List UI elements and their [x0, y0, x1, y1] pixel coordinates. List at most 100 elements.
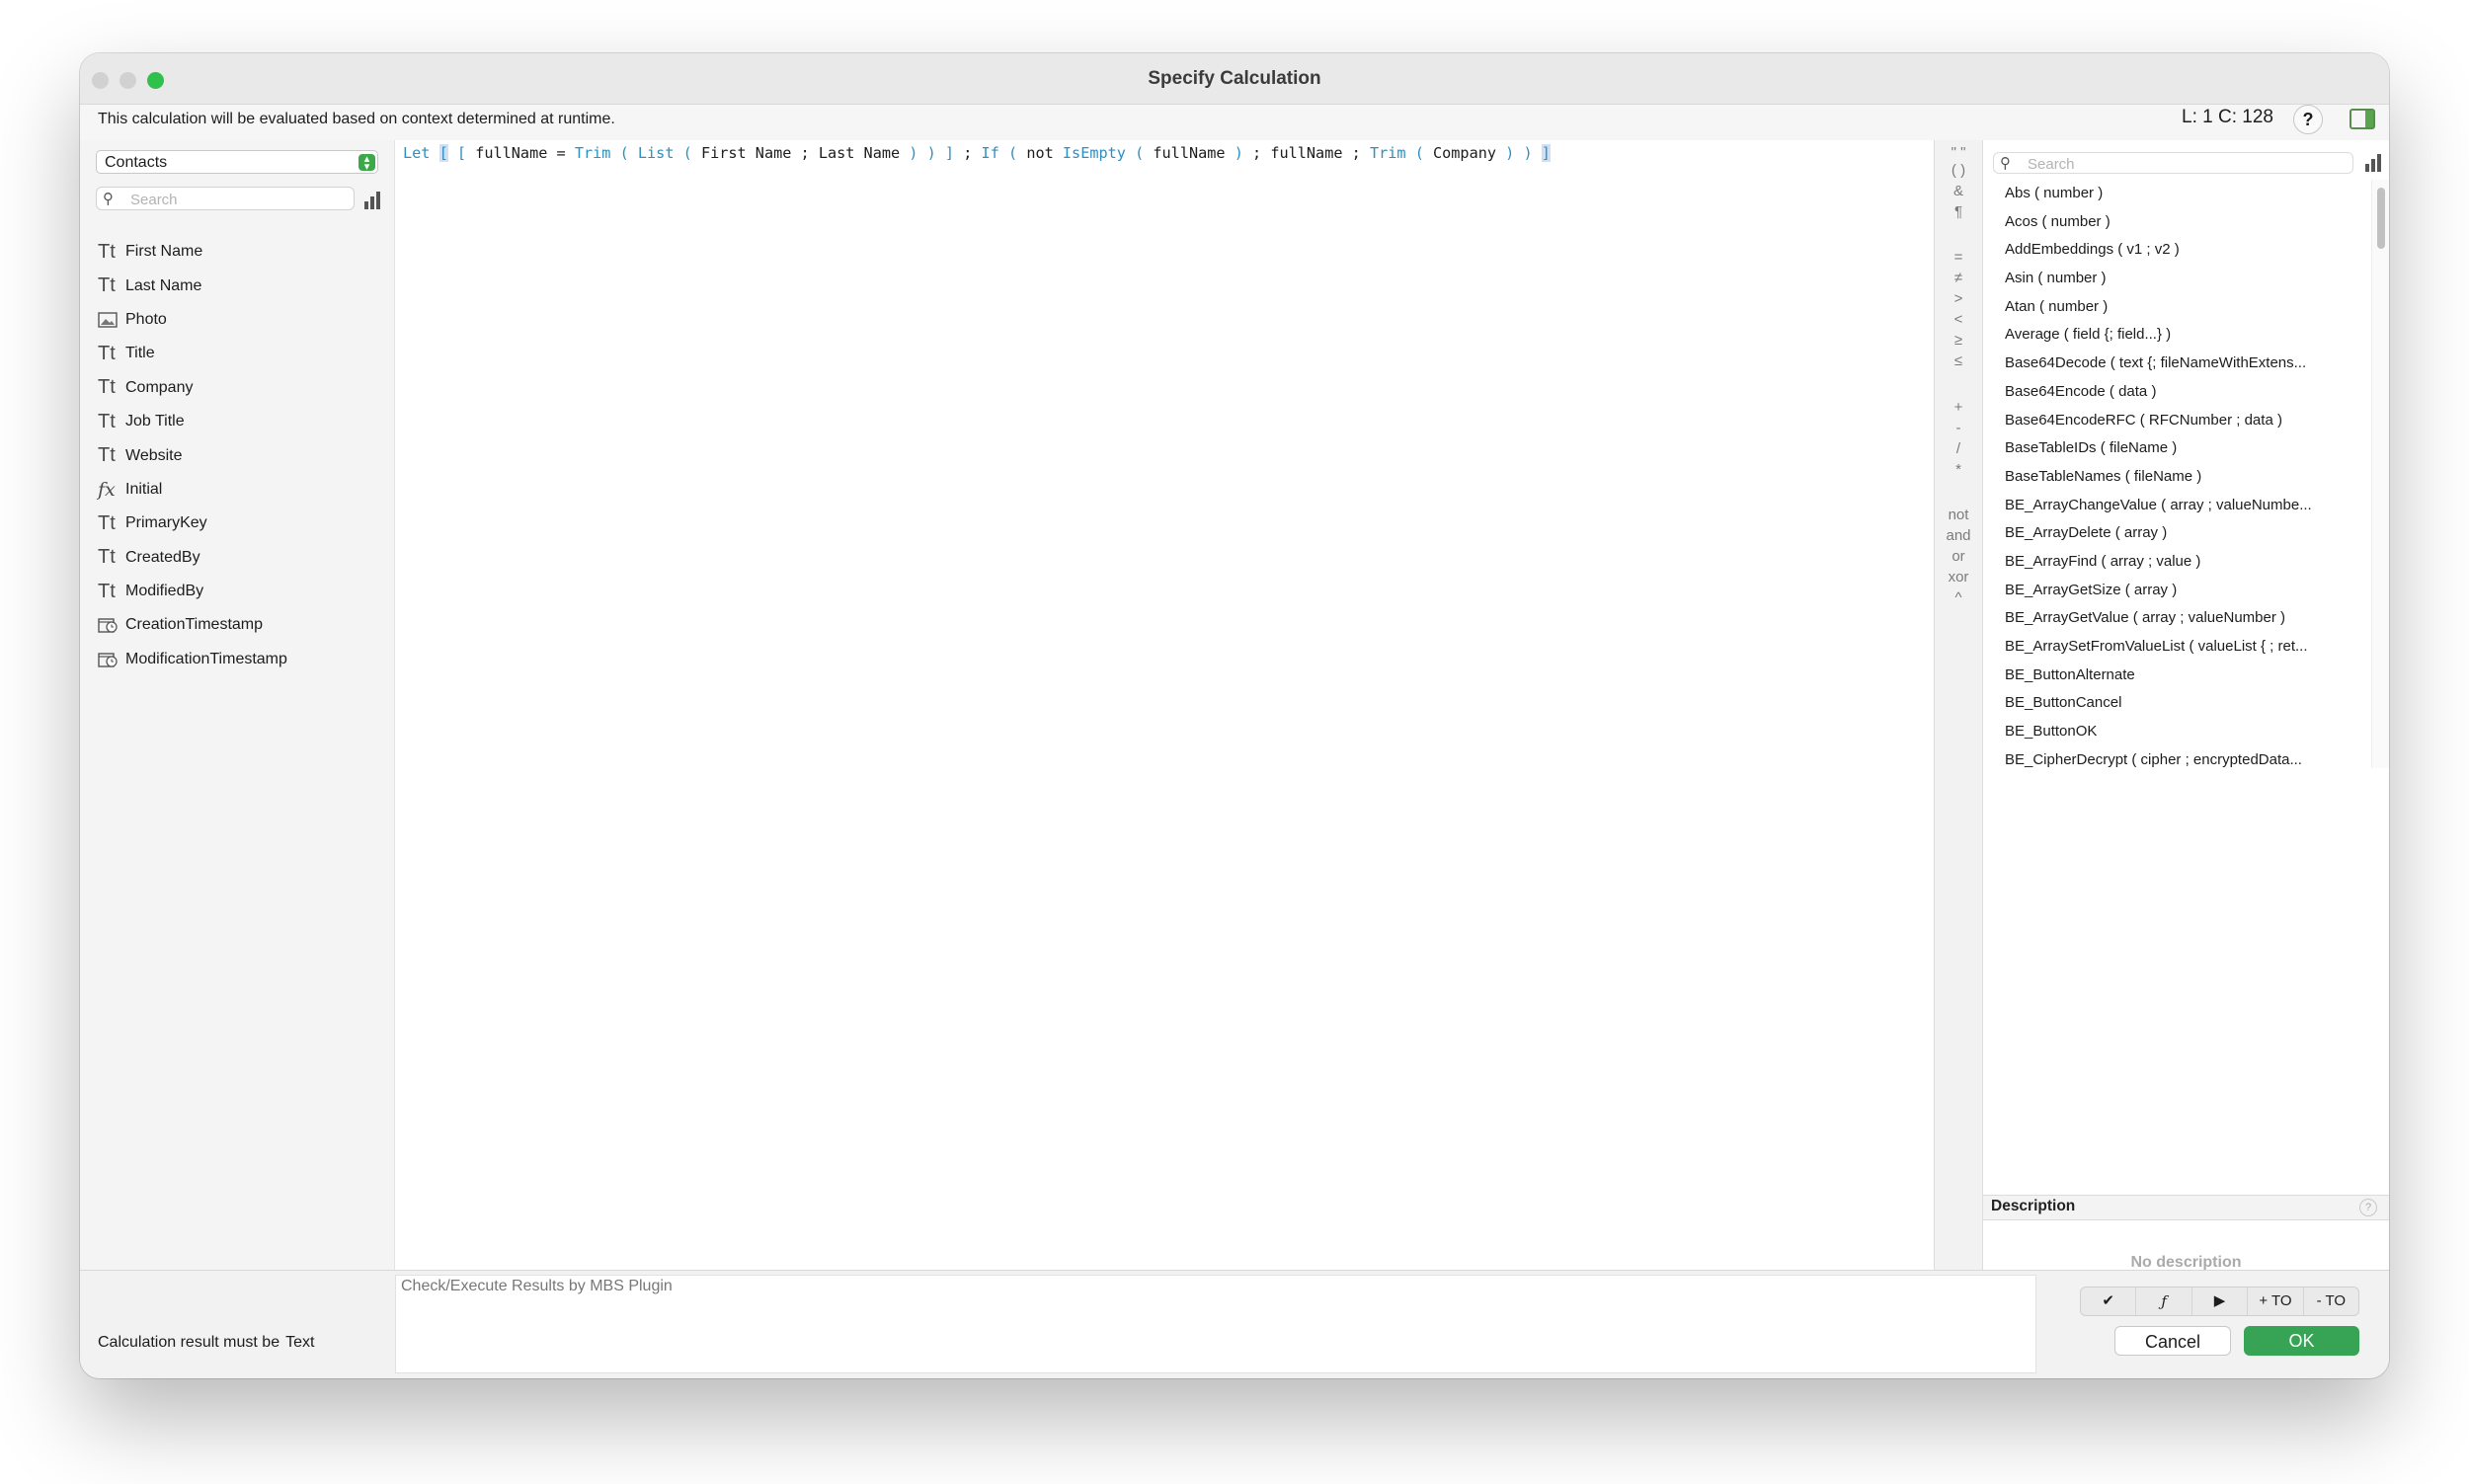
description-help-icon[interactable]: ?	[2359, 1199, 2377, 1216]
function-item[interactable]: BE_ArrayChangeValue ( array ; valueNumbe…	[1983, 492, 2360, 520]
function-item[interactable]: BE_ButtonOK	[1983, 718, 2360, 746]
ok-button[interactable]: OK	[2244, 1326, 2359, 1356]
check-results-placeholder: Check/Execute Results by MBS Plugin	[401, 1278, 673, 1294]
operator-button[interactable]: &	[1935, 183, 1982, 199]
function-search-box[interactable]: ⚲	[1993, 152, 2353, 174]
function-item[interactable]: BE_ArraySetFromValueList ( valueList { ;…	[1983, 633, 2360, 662]
add-to-button[interactable]: + TO	[2248, 1288, 2304, 1315]
field-item[interactable]: CreationTimestamp	[98, 608, 384, 642]
field-item[interactable]: Tt Website	[98, 438, 384, 472]
function-item[interactable]: Asin ( number )	[1983, 265, 2360, 293]
operator-button[interactable]: ≤	[1935, 352, 1982, 369]
field-name: ModificationTimestamp	[125, 650, 287, 667]
text-field-icon: Tt	[98, 410, 116, 432]
field-item[interactable]: Tt Job Title	[98, 405, 384, 438]
function-item[interactable]: Base64Encode ( data )	[1983, 378, 2360, 407]
field-item[interactable]: Tt CreatedBy	[98, 541, 384, 575]
operator-button[interactable]: not	[1935, 507, 1982, 523]
updown-chevron-icon: ▴ ▾	[358, 154, 375, 173]
result-type-popup[interactable]: Text	[285, 1334, 314, 1351]
cancel-button[interactable]: Cancel	[2114, 1326, 2231, 1356]
field-item[interactable]: ModificationTimestamp	[98, 643, 384, 676]
window-title: Specify Calculation	[1148, 68, 1321, 89]
function-list-scrollbar[interactable]	[2371, 180, 2389, 768]
function-item[interactable]: BE_ButtonCancel	[1983, 689, 2360, 718]
operator-button[interactable]: ^	[1935, 589, 1982, 606]
function-button[interactable]: ƒ	[2136, 1288, 2192, 1315]
field-item[interactable]: Tt PrimaryKey	[98, 507, 384, 540]
function-item[interactable]: BaseTableNames ( fileName )	[1983, 463, 2360, 492]
operator-button[interactable]: or	[1935, 548, 1982, 565]
text-field-icon: Tt	[98, 274, 116, 297]
operator-button[interactable]: and	[1935, 527, 1982, 544]
operator-button[interactable]: xor	[1935, 569, 1982, 586]
check-results-area[interactable]: Check/Execute Results by MBS Plugin	[395, 1275, 2036, 1373]
execute-button[interactable]: ▶	[2192, 1288, 2249, 1315]
field-item[interactable]: Tt Company	[98, 371, 384, 405]
operator-button[interactable]: +	[1935, 399, 1982, 416]
operator-button[interactable]: <	[1935, 311, 1982, 328]
specify-calculation-dialog: Specify Calculation This calculation wil…	[80, 53, 2389, 1378]
function-item[interactable]: BE_ArrayFind ( array ; value )	[1983, 548, 2360, 577]
field-item[interactable]: Tt ModifiedBy	[98, 575, 384, 608]
field-list: Tt First Name Tt Last Name Photo Tt Title Tt Com…	[98, 235, 384, 676]
calculation-field-icon: fx	[98, 478, 116, 501]
operator-button[interactable]: =	[1935, 249, 1982, 266]
function-filter-icon[interactable]	[2365, 154, 2385, 172]
text-field-icon: Tt	[98, 511, 116, 534]
field-name: CreatedBy	[125, 548, 200, 566]
help-button[interactable]: ?	[2293, 105, 2323, 134]
function-item[interactable]: BE_ArrayDelete ( array )	[1983, 519, 2360, 548]
field-name: CreationTimestamp	[125, 616, 264, 634]
function-item[interactable]: BaseTableIDs ( fileName )	[1983, 434, 2360, 463]
function-item[interactable]: AddEmbeddings ( v1 ; v2 )	[1983, 236, 2360, 265]
operator-button[interactable]: *	[1935, 461, 1982, 478]
function-item[interactable]: Base64Decode ( text {; fileNameWithExten…	[1983, 350, 2360, 378]
check-syntax-button[interactable]: ✔	[2081, 1288, 2137, 1315]
field-name: First Name	[125, 243, 203, 261]
function-item[interactable]: Acos ( number )	[1983, 208, 2360, 237]
function-item[interactable]: BE_CipherDecrypt ( cipher ; encryptedDat…	[1983, 746, 2360, 768]
text-field-icon: Tt	[98, 580, 116, 602]
title-bar: Specify Calculation	[80, 53, 2389, 105]
field-search-box[interactable]: ⚲	[96, 187, 355, 210]
remove-to-button[interactable]: - TO	[2304, 1288, 2358, 1315]
table-selector-value: Contacts	[105, 154, 168, 171]
field-item[interactable]: Photo	[98, 303, 384, 337]
operator-button[interactable]: >	[1935, 290, 1982, 307]
operator-button[interactable]: ≥	[1935, 332, 1982, 349]
operator-button[interactable]: -	[1935, 420, 1982, 436]
field-item[interactable]: Tt First Name	[98, 235, 384, 269]
calculation-code[interactable]: Let [ [ fullName = Trim ( List ( First N…	[403, 144, 1551, 162]
operator-button[interactable]: /	[1935, 440, 1982, 457]
function-item[interactable]: Abs ( number )	[1983, 180, 2360, 208]
operator-button[interactable]: ¶	[1935, 203, 1982, 220]
text-field-icon: Tt	[98, 240, 116, 263]
toggle-panel-icon[interactable]	[2350, 109, 2375, 129]
operator-button[interactable]: " "	[1935, 144, 1982, 161]
field-item[interactable]: Tt Last Name	[98, 269, 384, 302]
function-item[interactable]: BE_ArrayGetValue ( array ; valueNumber )	[1983, 604, 2360, 633]
field-search-input[interactable]	[128, 190, 345, 209]
table-selector[interactable]: Contacts ▴ ▾	[96, 150, 378, 174]
timestamp-field-icon	[98, 616, 125, 634]
function-item[interactable]: Base64EncodeRFC ( RFCNumber ; data )	[1983, 407, 2360, 435]
field-name: Title	[125, 345, 155, 362]
search-icon: ⚲	[2000, 155, 2011, 172]
field-name: PrimaryKey	[125, 514, 207, 532]
text-field-icon: Tt	[98, 546, 116, 569]
function-item[interactable]: Atan ( number )	[1983, 293, 2360, 322]
operator-button[interactable]: ( )	[1935, 162, 1982, 179]
result-type-label: Calculation result must be Text	[98, 1334, 315, 1351]
operator-button[interactable]: ≠	[1935, 270, 1982, 286]
sort-fields-icon[interactable]	[364, 192, 384, 209]
fields-panel: Contacts ▴▾ ⚲ Tt First Name Tt Last Name Pho…	[80, 140, 395, 1270]
function-item[interactable]: BE_ArrayGetSize ( array )	[1983, 577, 2360, 605]
calculation-editor[interactable]: Let [ [ fullName = Trim ( List ( First N…	[395, 140, 1968, 1327]
function-item[interactable]: BE_ButtonAlternate	[1983, 662, 2360, 690]
field-item[interactable]: fx Initial	[98, 473, 384, 507]
function-item[interactable]: Average ( field {; field...} )	[1983, 321, 2360, 350]
scrollbar-thumb[interactable]	[2377, 188, 2385, 249]
function-search-input[interactable]	[2026, 154, 2346, 174]
field-item[interactable]: Tt Title	[98, 337, 384, 370]
